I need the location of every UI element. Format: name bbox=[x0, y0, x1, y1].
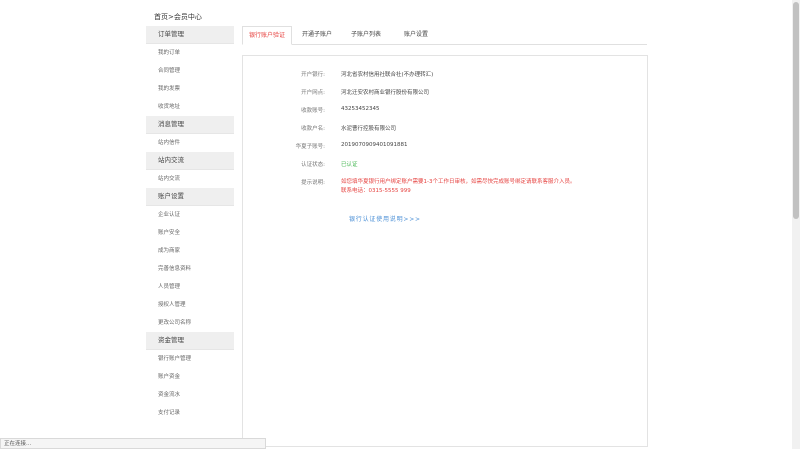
bank-auth-guide-link[interactable]: 银行认证使用说明>>> bbox=[349, 214, 421, 223]
account-name-value: 水泥曹行控股有限公司 bbox=[341, 126, 397, 132]
sub-account-row: 华夏子账号: 2019070909401091881 bbox=[243, 142, 647, 154]
account-number-value: 43253452345 bbox=[341, 106, 380, 112]
branch-label: 开户网点: bbox=[301, 90, 325, 96]
account-name-label: 收款户名: bbox=[301, 126, 325, 132]
sidebar-item-authorized[interactable]: 授权人管理 bbox=[146, 296, 234, 314]
sidebar-item-company-auth[interactable]: 企业认证 bbox=[146, 206, 234, 224]
tab-sub-account-list[interactable]: 子账户列表 bbox=[342, 26, 390, 43]
tip-line-2: 联系电话：0315-5555 999 bbox=[341, 188, 411, 194]
browser-status-bar: 正在连接... bbox=[0, 438, 266, 449]
account-number-label: 收款账号: bbox=[301, 108, 325, 114]
sidebar: 订单管理 我的订单 合同管理 我的发票 收货地址 消息管理 站内信件 站内交流 … bbox=[146, 26, 234, 422]
sidebar-item-account-funds[interactable]: 账户资金 bbox=[146, 368, 234, 386]
scrollbar-thumb[interactable] bbox=[793, 2, 799, 219]
sidebar-item-profile[interactable]: 完善信息资料 bbox=[146, 260, 234, 278]
sidebar-item-addresses[interactable]: 收货地址 bbox=[146, 98, 234, 116]
tab-account-settings[interactable]: 账户设置 bbox=[392, 26, 440, 43]
tab-bar: 银行账户验证 开通子账户 子账户列表 账户设置 bbox=[242, 26, 647, 45]
sidebar-item-fund-flow[interactable]: 资金流水 bbox=[146, 386, 234, 404]
bank-value: 河北省农村信用社联合社(不办理转汇) bbox=[341, 72, 434, 78]
bank-verify-panel: 开户银行: 河北省农村信用社联合社(不办理转汇) 开户网点: 河北迁安农村商业银… bbox=[242, 55, 648, 447]
page-scrollbar[interactable] bbox=[792, 0, 800, 449]
sidebar-item-bank-accounts[interactable]: 银行账户管理 bbox=[146, 350, 234, 368]
status-row: 认证状态: 已认证 bbox=[243, 160, 647, 172]
sidebar-group-messages: 消息管理 bbox=[146, 116, 234, 134]
tip-line-1: 如您填华夏银行用户绑定账户需要1-3个工作日审核，如需尽快完成账号绑定请联系客服… bbox=[341, 179, 576, 185]
sidebar-item-payments[interactable]: 支付记录 bbox=[146, 404, 234, 422]
sidebar-item-staff[interactable]: 人员管理 bbox=[146, 278, 234, 296]
sub-account-value: 2019070909401091881 bbox=[341, 142, 408, 148]
sidebar-item-contracts[interactable]: 合同管理 bbox=[146, 62, 234, 80]
tip-label: 提示说明: bbox=[301, 180, 325, 186]
account-name-row: 收款户名: 水泥曹行控股有限公司 bbox=[243, 124, 647, 136]
sidebar-item-my-orders[interactable]: 我的订单 bbox=[146, 44, 234, 62]
sidebar-item-become-merchant[interactable]: 成为商家 bbox=[146, 242, 234, 260]
sidebar-item-invoices[interactable]: 我的发票 bbox=[146, 80, 234, 98]
sidebar-group-account: 账户设置 bbox=[146, 188, 234, 206]
status-badge: 已认证 bbox=[341, 162, 358, 168]
bank-row: 开户银行: 河北省农村信用社联合社(不办理转汇) bbox=[243, 70, 647, 82]
branch-row: 开户网点: 河北迁安农村商业银行股份有限公司 bbox=[243, 88, 647, 100]
breadcrumb: 首页>会员中心 bbox=[154, 13, 202, 21]
tab-bank-verify[interactable]: 银行账户验证 bbox=[242, 26, 292, 45]
branch-value: 河北迁安农村商业银行股份有限公司 bbox=[341, 90, 430, 96]
sidebar-item-inbox[interactable]: 站内信件 bbox=[146, 134, 234, 152]
tip-row: 提示说明: 如您填华夏银行用户绑定账户需要1-3个工作日审核，如需尽快完成账号绑… bbox=[243, 178, 647, 202]
sidebar-group-funds: 资金管理 bbox=[146, 332, 234, 350]
sidebar-group-exchange: 站内交流 bbox=[146, 152, 234, 170]
tip-text: 如您填华夏银行用户绑定账户需要1-3个工作日审核，如需尽快完成账号绑定请联系客服… bbox=[341, 178, 576, 196]
status-label: 认证状态: bbox=[301, 162, 325, 168]
bank-label: 开户银行: bbox=[301, 72, 325, 78]
sidebar-item-exchange[interactable]: 站内交流 bbox=[146, 170, 234, 188]
account-number-row: 收款账号: 43253452345 bbox=[243, 106, 647, 118]
sidebar-item-rename-company[interactable]: 更改公司名称 bbox=[146, 314, 234, 332]
sidebar-item-security[interactable]: 账户安全 bbox=[146, 224, 234, 242]
sidebar-group-orders: 订单管理 bbox=[146, 26, 234, 44]
tab-open-sub-account[interactable]: 开通子账户 bbox=[292, 26, 342, 43]
sub-account-label: 华夏子账号: bbox=[295, 144, 325, 150]
